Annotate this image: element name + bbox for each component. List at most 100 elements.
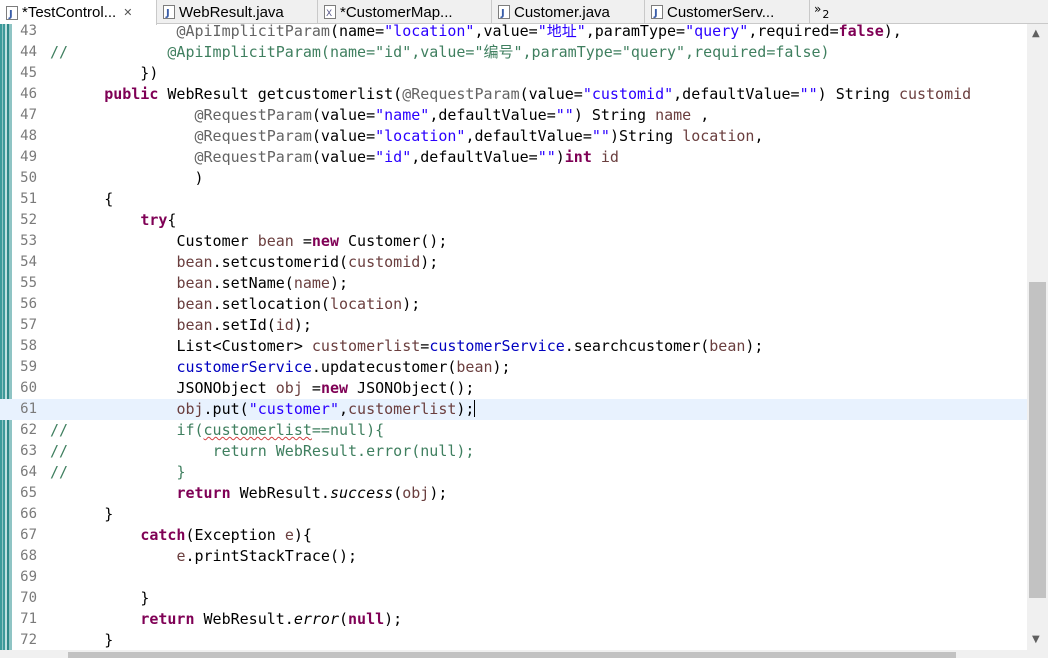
horizontal-scroll-thumb[interactable] — [68, 652, 956, 658]
line-number: 47 — [20, 107, 37, 123]
code-text: // if(customerlist==null){ — [50, 421, 385, 439]
tab-label: *CustomerMap... — [340, 3, 453, 21]
code-line: 52 try{ — [0, 210, 1027, 231]
code-text: bean.setlocation(location); — [176, 295, 421, 313]
tab-customerservice[interactable]: J CustomerServ... — [645, 0, 810, 24]
close-icon[interactable]: ✕ — [123, 6, 132, 19]
code-text: return WebResult.success(obj); — [176, 484, 448, 502]
xml-file-icon: X — [324, 5, 336, 19]
code-text: } — [140, 589, 150, 607]
line-number: 49 — [20, 149, 37, 165]
tab-webresult[interactable]: J WebResult.java — [157, 0, 318, 24]
code-line: 43 @ApiImplicitParam(name="location",val… — [0, 24, 1027, 42]
code-line: 70 } — [0, 588, 1027, 609]
code-text: customerService.updatecustomer(bean); — [176, 358, 511, 376]
line-number: 56 — [20, 296, 37, 312]
code-line: 66 } — [0, 504, 1027, 525]
line-number: 65 — [20, 485, 37, 501]
code-line: 67 catch(Exception e){ — [0, 525, 1027, 546]
code-line: 69 — [0, 567, 1027, 588]
scroll-up-arrow-icon[interactable]: ▲ — [1032, 28, 1040, 39]
current-code-line: 61 obj.put("customer",customerlist); — [0, 399, 1027, 420]
code-line: 57 bean.setId(id); — [0, 315, 1027, 336]
line-number: 69 — [20, 569, 37, 585]
code-text: Customer bean =new Customer(); — [176, 232, 448, 250]
code-text: JSONObject obj =new JSONObject(); — [176, 379, 475, 397]
line-number: 54 — [20, 254, 37, 270]
code-line: 44 // @ApiImplicitParam(name="id",value=… — [0, 42, 1027, 63]
line-number: 61 — [20, 401, 37, 417]
tab-label: Customer.java — [514, 3, 610, 21]
line-number: 44 — [20, 44, 37, 60]
line-number: 52 — [20, 212, 37, 228]
line-number: 50 — [20, 170, 37, 186]
line-number: 46 — [20, 86, 37, 102]
vertical-scroll-thumb[interactable] — [1029, 282, 1046, 598]
code-text: public WebResult getcustomerlist(@Reques… — [104, 85, 972, 103]
svg-text:J: J — [500, 8, 505, 19]
code-text: return WebResult.error(null); — [140, 610, 403, 628]
line-number: 71 — [20, 611, 37, 627]
code-text: @RequestParam(value="name",defaultValue=… — [194, 106, 710, 124]
code-line: 45 }) — [0, 63, 1027, 84]
line-number: 68 — [20, 548, 37, 564]
code-text: bean.setId(id); — [176, 316, 312, 334]
java-file-icon: J — [498, 5, 510, 19]
tab-label: WebResult.java — [179, 3, 284, 21]
code-text: ) — [194, 169, 204, 187]
line-number: 58 — [20, 338, 37, 354]
tab-overflow-button[interactable]: »2 — [814, 2, 829, 21]
code-text: obj.put("customer",customerlist); — [176, 400, 476, 418]
tab-testcontroller[interactable]: J *TestControl... ✕ — [0, 0, 157, 25]
code-text: } — [104, 505, 114, 523]
code-line: 60 JSONObject obj =new JSONObject(); — [0, 378, 1027, 399]
code-text: }) — [50, 64, 159, 82]
line-number: 66 — [20, 506, 37, 522]
line-number: 72 — [20, 632, 37, 648]
line-number: 64 — [20, 464, 37, 480]
code-line: 53 Customer bean =new Customer(); — [0, 231, 1027, 252]
code-line: 56 bean.setlocation(location); — [0, 294, 1027, 315]
tab-label: *TestControl... — [22, 4, 117, 21]
line-number: 53 — [20, 233, 37, 249]
code-text: @RequestParam(value="location",defaultVa… — [194, 127, 764, 145]
scroll-down-arrow-icon[interactable]: ▼ — [1032, 634, 1040, 645]
code-line: 65 return WebResult.success(obj); — [0, 483, 1027, 504]
code-line: 68 e.printStackTrace(); — [0, 546, 1027, 567]
code-line: 49 @RequestParam(value="id",defaultValue… — [0, 147, 1027, 168]
tab-customermapper[interactable]: X *CustomerMap... — [318, 0, 492, 24]
tab-customer[interactable]: J Customer.java — [492, 0, 645, 24]
java-file-icon: J — [651, 5, 663, 19]
code-text: } — [104, 631, 114, 649]
line-number: 60 — [20, 380, 37, 396]
code-text: e.printStackTrace(); — [176, 547, 358, 565]
code-line: 62 // if(customerlist==null){ — [0, 420, 1027, 441]
code-line: 58 List<Customer> customerlist=customerS… — [0, 336, 1027, 357]
code-text: catch(Exception e){ — [140, 526, 312, 544]
java-file-icon: J — [163, 5, 175, 19]
code-line: 71 return WebResult.error(null); — [0, 609, 1027, 630]
text-cursor — [474, 400, 476, 417]
line-number: 51 — [20, 191, 37, 207]
code-line: 48 @RequestParam(value="location",defaul… — [0, 126, 1027, 147]
code-text: { — [104, 190, 114, 208]
code-text: bean.setcustomerid(customid); — [176, 253, 439, 271]
code-line: 72 } — [0, 630, 1027, 650]
java-file-icon: J — [6, 5, 18, 20]
code-line: 55 bean.setName(name); — [0, 273, 1027, 294]
code-line: 63 // return WebResult.error(null); — [0, 441, 1027, 462]
code-line: 50 ) — [0, 168, 1027, 189]
code-text: @RequestParam(value="id",defaultValue=""… — [194, 148, 619, 166]
line-number: 70 — [20, 590, 37, 606]
code-editor[interactable]: 43 @ApiImplicitParam(name="location",val… — [0, 24, 1027, 650]
svg-text:J: J — [8, 9, 13, 20]
line-number: 43 — [20, 24, 37, 39]
code-text: // @ApiImplicitParam(name="id",value="编号… — [50, 43, 830, 61]
line-number: 48 — [20, 128, 37, 144]
chevron-double-right-icon: » — [814, 2, 822, 16]
svg-text:X: X — [326, 9, 332, 19]
line-number: 55 — [20, 275, 37, 291]
code-text: // } — [50, 463, 186, 481]
editor-tab-bar: J *TestControl... ✕ J WebResult.java X *… — [0, 0, 1048, 25]
code-line: 51 { — [0, 189, 1027, 210]
